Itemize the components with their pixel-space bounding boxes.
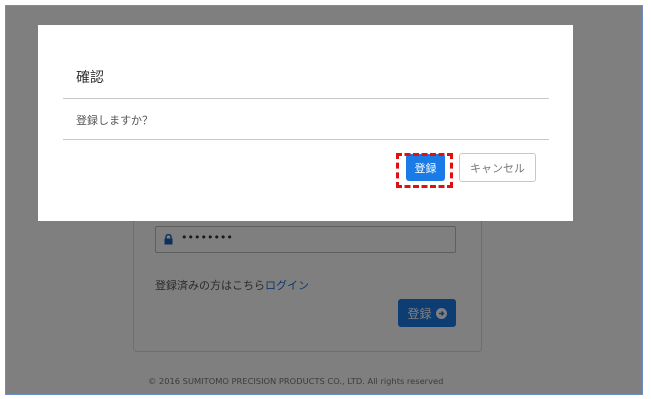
click-target-highlight [396,153,453,188]
dialog-message: 登録しますか？ [76,114,153,127]
dialog-divider-bottom [63,139,549,140]
dialog-divider-top [63,98,549,99]
confirm-dialog: 確認 登録しますか？ 登録 キャンセル [38,25,573,221]
dialog-title: 確認 [76,70,104,86]
cancel-button[interactable]: キャンセル [459,153,536,182]
